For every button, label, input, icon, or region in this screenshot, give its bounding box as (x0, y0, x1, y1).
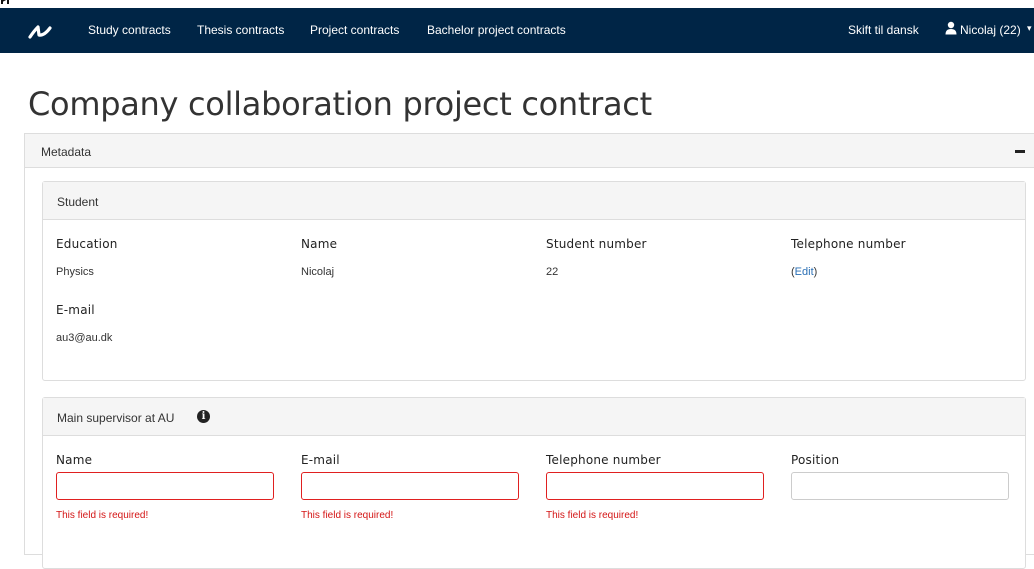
user-icon[interactable] (945, 21, 957, 35)
partial-logo-icon (1, 0, 9, 4)
user-menu[interactable]: Nicolaj (22) (960, 23, 1021, 37)
top-strip (0, 0, 1034, 8)
nav-bachelor-project-contracts[interactable]: Bachelor project contracts (427, 23, 566, 37)
nav-project-contracts[interactable]: Project contracts (310, 23, 399, 37)
supervisor-panel-heading: Main supervisor at AU i (43, 398, 1025, 436)
page-title: Company collaboration project contract (28, 85, 652, 123)
student-number-value: 22 (546, 266, 559, 278)
student-panel: Student Education Physics Name Nicolaj S… (42, 181, 1026, 381)
supervisor-name-error: This field is required! (56, 510, 149, 521)
metadata-heading: Metadata (41, 145, 92, 159)
info-icon[interactable]: i (197, 410, 210, 423)
nav-study-contracts[interactable]: Study contracts (88, 23, 171, 37)
supervisor-heading: Main supervisor at AU (57, 411, 175, 425)
supervisor-name-label: Name (56, 453, 93, 467)
supervisor-telephone-label: Telephone number (546, 453, 661, 467)
supervisor-telephone-input[interactable] (546, 472, 764, 500)
email-value: au3@au.dk (56, 332, 113, 344)
name-label: Name (301, 237, 338, 251)
supervisor-name-input[interactable] (56, 472, 274, 500)
language-switch-link[interactable]: Skift til dansk (848, 23, 919, 37)
telephone-value: (Edit) (791, 266, 817, 278)
supervisor-email-input[interactable] (301, 472, 519, 500)
au-logo-icon[interactable] (28, 22, 56, 40)
supervisor-email-error: This field is required! (301, 510, 394, 521)
education-value: Physics (56, 266, 94, 278)
supervisor-email-label: E-mail (301, 453, 340, 467)
supervisor-telephone-error: This field is required! (546, 510, 639, 521)
metadata-panel-heading[interactable]: Metadata (25, 134, 1034, 168)
main-supervisor-panel: Main supervisor at AU i Name This field … (42, 397, 1026, 569)
student-number-label: Student number (546, 237, 647, 251)
email-label: E-mail (56, 303, 95, 317)
paren-close: ) (813, 266, 818, 278)
telephone-label: Telephone number (791, 237, 906, 251)
top-navbar: Study contracts Thesis contracts Project… (0, 8, 1034, 53)
nav-thesis-contracts[interactable]: Thesis contracts (197, 23, 284, 37)
supervisor-position-label: Position (791, 453, 840, 467)
name-value: Nicolaj (301, 266, 335, 278)
collapse-minus-icon[interactable] (1013, 143, 1029, 159)
edit-telephone-link[interactable]: Edit (795, 266, 814, 278)
supervisor-position-input[interactable] (791, 472, 1009, 500)
student-panel-heading: Student (43, 182, 1025, 220)
chevron-down-icon[interactable]: ▾ (1027, 23, 1032, 34)
education-label: Education (56, 237, 118, 251)
metadata-panel: Metadata Student Education Physics Name … (24, 133, 1034, 569)
student-heading: Student (57, 195, 99, 209)
